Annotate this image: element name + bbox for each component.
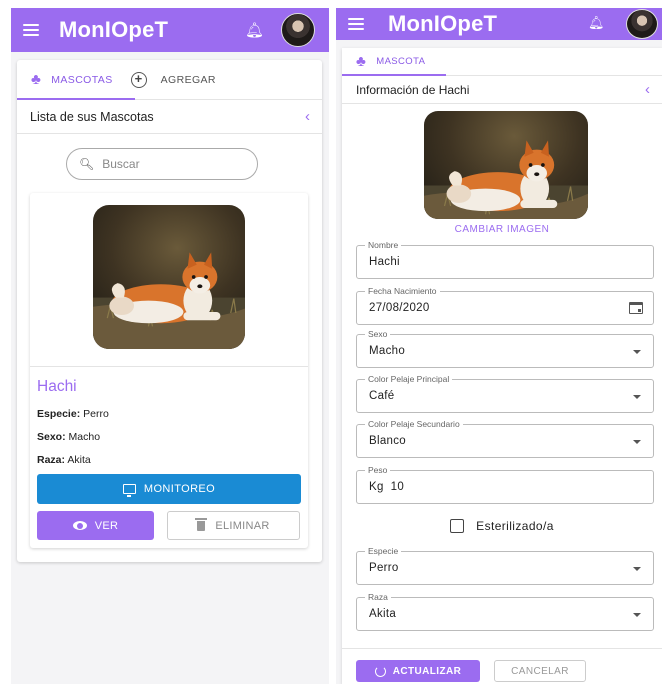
tab-label: MASCOTAS: [51, 73, 113, 86]
field-value: Blanco: [369, 435, 406, 447]
chevron-left-icon[interactable]: ‹: [645, 81, 650, 98]
tab-agregar[interactable]: + AGREGAR: [113, 60, 216, 100]
field-value: Macho: [369, 345, 406, 357]
esterilizado-checkbox-row[interactable]: Esterilizado/a: [342, 519, 662, 533]
field-label: Especie: [365, 546, 402, 556]
refresh-icon: [374, 665, 386, 677]
field-label: Sexo: [365, 329, 391, 339]
tab-label: AGREGAR: [160, 73, 216, 86]
app-brand: MonIOpeT: [59, 17, 169, 42]
field-label: Color Pelaje Secundario: [365, 419, 463, 429]
color-secundario-select[interactable]: Color Pelaje Secundario Blanco: [356, 419, 654, 458]
pet-detail-screen: MonIOpeT 🔔︎ ♣ MASCOTA Información de Hac…: [336, 8, 662, 684]
paw-icon: ♣: [356, 53, 367, 70]
form-actions: ACTUALIZAR CANCELAR: [342, 648, 662, 684]
pet-raza: Raza: Akita: [37, 454, 91, 466]
ver-button[interactable]: VER: [37, 511, 154, 540]
monitoreo-button[interactable]: MONITOREO: [37, 474, 301, 504]
actualizar-button[interactable]: ACTUALIZAR: [356, 660, 480, 682]
esterilizado-label: Esterilizado/a: [476, 519, 554, 533]
hamburger-icon[interactable]: [23, 24, 39, 36]
peso-field[interactable]: Peso Kg 10: [356, 465, 654, 504]
esterilizado-checkbox[interactable]: [450, 519, 465, 533]
color-principal-select[interactable]: Color Pelaje Principal Café: [356, 374, 654, 413]
pets-panel: ♣ MASCOTAS + AGREGAR Lista de sus Mascot…: [17, 60, 322, 562]
field-label: Nombre: [365, 240, 402, 250]
caret-down-icon: [633, 440, 641, 444]
field-label: Peso: [365, 465, 391, 475]
pet-detail-panel: ♣ MASCOTA Información de Hachi ‹ CAMBIAR…: [342, 48, 662, 684]
user-avatar[interactable]: [281, 13, 315, 47]
tab-label: MASCOTA: [376, 56, 426, 67]
section-title: Información de Hachi: [356, 82, 470, 97]
field-value: Café: [369, 390, 395, 402]
tab-bar: ♣ MASCOTAS + AGREGAR: [17, 60, 322, 100]
sexo-value: Macho: [68, 431, 101, 443]
field-value: Kg 10: [369, 481, 405, 493]
pet-photo: [424, 111, 588, 219]
search-placeholder: Buscar: [102, 157, 140, 171]
field-value: Akita: [369, 608, 397, 620]
pet-photo: [93, 205, 245, 349]
raza-value: Akita: [67, 454, 91, 466]
tab-bar: ♣ MASCOTA: [342, 48, 662, 76]
caret-down-icon: [633, 350, 641, 354]
especie-label: Especie:: [37, 408, 81, 420]
bell-icon[interactable]: 🔔︎: [588, 15, 605, 31]
search-input[interactable]: 🔍︎ Buscar: [66, 148, 258, 180]
chevron-left-icon[interactable]: ‹: [305, 108, 310, 125]
active-tab-indicator: [17, 98, 135, 100]
field-value: Hachi: [369, 256, 400, 268]
app-bar: MonIOpeT 🔔︎: [336, 8, 662, 40]
cancelar-label: CANCELAR: [511, 665, 569, 677]
section-title: Lista de sus Mascotas: [30, 109, 154, 124]
tab-mascota[interactable]: ♣ MASCOTA: [342, 48, 425, 76]
section-header: Lista de sus Mascotas ‹: [17, 100, 322, 134]
caret-down-icon: [633, 395, 641, 399]
caret-down-icon: [633, 567, 641, 571]
section-header: Información de Hachi ‹: [342, 76, 662, 104]
paw-icon: ♣: [31, 71, 42, 88]
sexo-label: Sexo:: [37, 431, 66, 443]
sexo-select[interactable]: Sexo Macho: [356, 329, 654, 368]
fecha-nacimiento-field[interactable]: Fecha Nacimiento 27/08/2020: [356, 286, 654, 325]
pet-list-screen: MonIOpeT 🔔︎ ♣ MASCOTAS + AGREGAR Lista d…: [11, 8, 329, 684]
trash-icon: [195, 517, 208, 531]
pet-sexo: Sexo: Macho: [37, 431, 100, 443]
bell-icon[interactable]: 🔔︎: [245, 21, 264, 39]
calendar-icon[interactable]: [629, 302, 643, 314]
search-icon: 🔍︎: [79, 157, 95, 171]
eye-icon: [72, 521, 87, 530]
field-value: 27/08/2020: [369, 302, 430, 314]
field-value: Perro: [369, 562, 399, 574]
field-label: Fecha Nacimiento: [365, 286, 440, 296]
especie-value: Perro: [83, 408, 109, 420]
nombre-field[interactable]: Nombre Hachi: [356, 240, 654, 279]
raza-label: Raza:: [37, 454, 66, 466]
hamburger-icon[interactable]: [348, 18, 364, 30]
cancelar-button[interactable]: CANCELAR: [494, 660, 586, 682]
active-tab-indicator: [342, 74, 446, 76]
ver-label: VER: [94, 519, 119, 532]
field-label: Color Pelaje Principal: [365, 374, 453, 384]
pet-especie: Especie: Perro: [37, 408, 109, 420]
change-image-button[interactable]: CAMBIAR IMAGEN: [342, 224, 662, 235]
caret-down-icon: [633, 613, 641, 617]
field-label: Raza: [365, 592, 391, 602]
tab-mascotas[interactable]: ♣ MASCOTAS: [17, 60, 113, 100]
eliminar-button[interactable]: ELIMINAR: [167, 511, 300, 540]
especie-select[interactable]: Especie Perro: [356, 546, 654, 585]
pet-card: Hachi Especie: Perro Sexo: Macho Raza: A…: [30, 193, 308, 548]
plus-circle-icon: +: [130, 71, 147, 88]
eliminar-label: ELIMINAR: [215, 519, 270, 532]
app-bar: MonIOpeT 🔔︎: [11, 8, 329, 52]
pet-name: Hachi: [37, 378, 77, 395]
monitor-icon: [122, 484, 136, 497]
actualizar-label: ACTUALIZAR: [392, 665, 462, 677]
raza-select[interactable]: Raza Akita: [356, 592, 654, 631]
pet-image-area: [30, 193, 308, 367]
app-brand: MonIOpeT: [388, 11, 498, 36]
user-avatar[interactable]: [626, 9, 658, 39]
monitoreo-label: MONITOREO: [143, 483, 216, 495]
